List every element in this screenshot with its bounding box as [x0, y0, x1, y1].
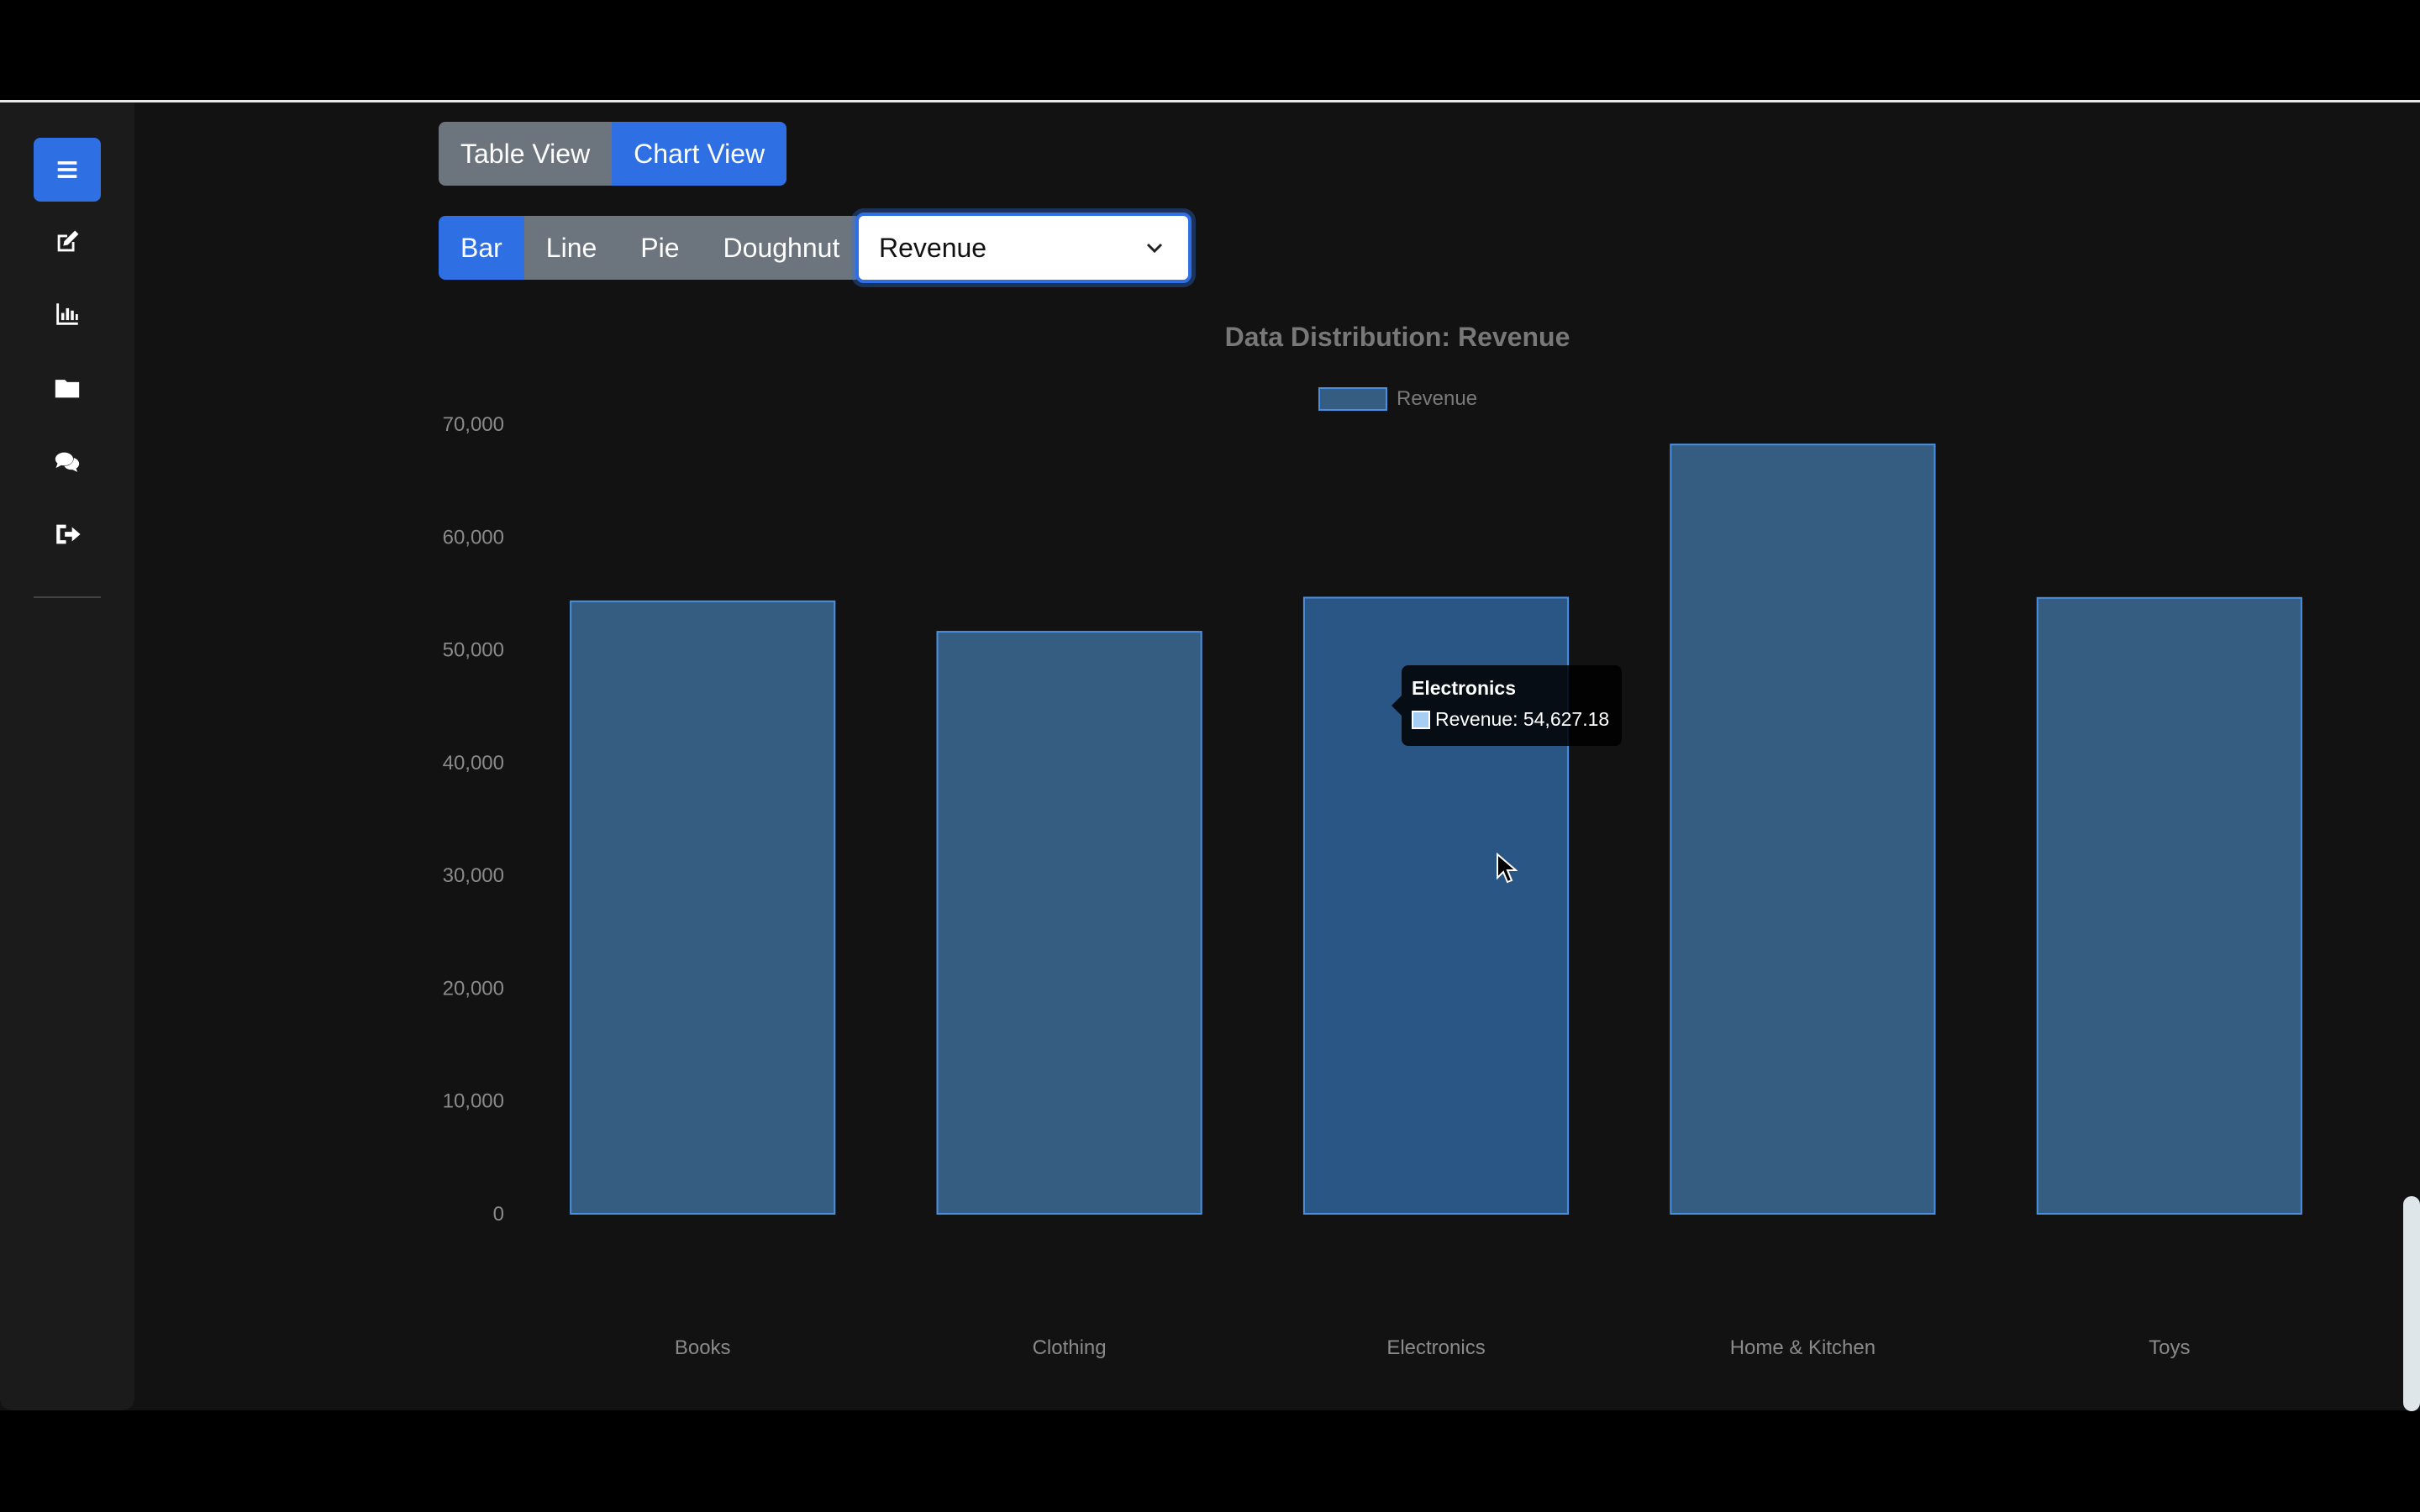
- tooltip-arrow: [1392, 696, 1402, 716]
- mouse-cursor: [1497, 853, 1518, 884]
- bar-home-kitchen[interactable]: [1670, 444, 1936, 1215]
- legend-label: Revenue: [1397, 387, 1477, 410]
- x-tick-label: Home & Kitchen: [1730, 1336, 1876, 1359]
- y-tick-label: 0: [493, 1203, 504, 1226]
- x-tick-label: Toys: [2149, 1336, 2190, 1359]
- y-tick-label: 20,000: [443, 977, 504, 1000]
- chart-legend[interactable]: Revenue: [1318, 387, 1477, 411]
- y-tick-label: 60,000: [443, 526, 504, 549]
- y-tick-label: 30,000: [443, 864, 504, 887]
- chart-tooltip: Electronics Revenue: 54,627.18: [1392, 665, 1622, 746]
- tooltip-title: Electronics: [1412, 677, 1516, 699]
- x-axis: Books Clothing Electronics Home & Kitchen To…: [675, 1336, 2191, 1359]
- y-tick-label: 10,000: [443, 1090, 504, 1113]
- scrollbar-thumb[interactable]: [2403, 1196, 2420, 1411]
- legend-swatch: [1318, 387, 1387, 411]
- app-container: Table View Chart View Bar Line Pie Dough…: [0, 102, 2420, 1410]
- chart-title: Data Distribution: Revenue: [1225, 322, 1570, 352]
- bars: [570, 444, 2302, 1215]
- bar-toys[interactable]: [2036, 596, 2302, 1215]
- y-axis: 0 10,000 20,000 30,000 40,000 50,000 60,000 70,…: [443, 413, 504, 1226]
- bar-chart: Data Distribution: Revenue Revenue 0 10,0…: [443, 322, 2302, 1359]
- bar-books[interactable]: [570, 600, 836, 1215]
- bar-clothing[interactable]: [936, 631, 1202, 1215]
- y-tick-label: 50,000: [443, 639, 504, 662]
- y-tick-label: 70,000: [443, 413, 504, 436]
- x-tick-label: Books: [675, 1336, 731, 1359]
- tooltip-label: Revenue: 54,627.18: [1435, 708, 1610, 730]
- x-tick-label: Clothing: [1033, 1336, 1107, 1359]
- tooltip-swatch: [1412, 710, 1430, 729]
- y-tick-label: 40,000: [443, 752, 504, 774]
- x-tick-label: Electronics: [1386, 1336, 1485, 1359]
